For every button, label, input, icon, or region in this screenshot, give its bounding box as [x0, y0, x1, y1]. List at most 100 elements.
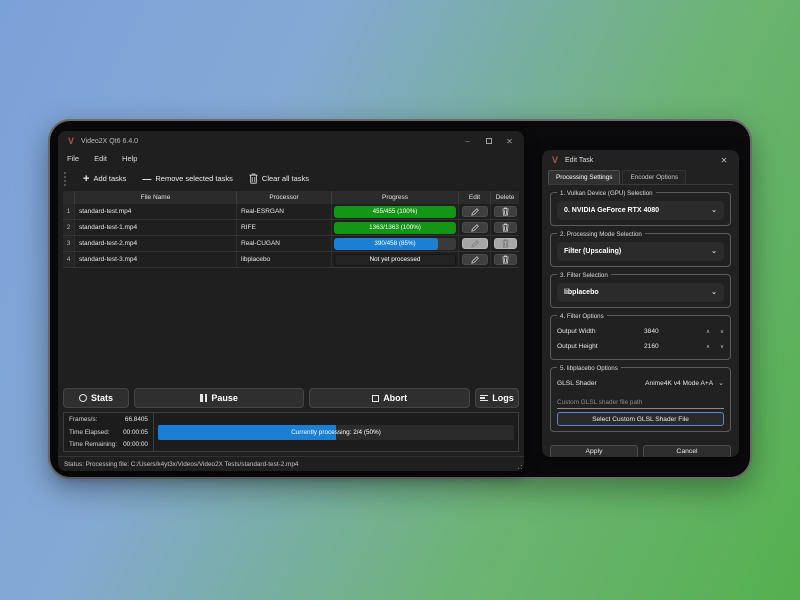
filter-selection-group: 3. Filter Selection libplacebo ⌄ [550, 274, 731, 308]
remove-tasks-button[interactable]: — Remove selected tasks [142, 174, 233, 184]
apply-button[interactable]: Apply [550, 445, 638, 457]
progress-text: 1363/1363 (100%) [369, 224, 421, 231]
minimize-button[interactable]: – [459, 134, 476, 148]
mode-select[interactable]: Filter (Upscaling) ⌄ [557, 242, 724, 261]
progress-text: 455/455 (100%) [373, 208, 418, 215]
chevron-down-icon: ⌄ [718, 381, 724, 387]
logs-icon [480, 395, 488, 402]
pencil-icon [471, 256, 479, 264]
stats-button[interactable]: Stats [63, 388, 129, 408]
col-processor: Processor [237, 191, 332, 204]
tab-encoder-options[interactable]: Encoder Options [622, 170, 686, 184]
file-name-cell: standard-test.mp4 [75, 204, 237, 219]
custom-shader-path-input[interactable] [557, 397, 724, 409]
trash-icon [502, 255, 509, 264]
row-number: 3 [63, 236, 75, 251]
output-height-value[interactable]: 2160 [644, 343, 706, 350]
gpu-select[interactable]: 0. NVIDIA GeForce RTX 4080 ⌄ [557, 201, 724, 220]
progress-cell: Not yet processed [332, 252, 459, 267]
logs-button[interactable]: Logs [475, 388, 519, 408]
pause-label: Pause [211, 393, 238, 403]
pause-icon [200, 394, 207, 402]
spin-down-icon[interactable]: ∨ [720, 329, 724, 335]
select-shader-file-button[interactable]: Select Custom GLSL Shader File [557, 412, 724, 426]
row-number: 2 [63, 220, 75, 235]
toolbar: + Add tasks — Remove selected tasks Clea… [58, 166, 524, 191]
output-width-label: Output Width [557, 328, 644, 335]
menu-edit[interactable]: Edit [94, 154, 107, 163]
progress-text: Not yet processed [370, 256, 421, 263]
filter-select[interactable]: libplacebo ⌄ [557, 283, 724, 302]
table-row[interactable]: 3 standard-test-2.mp4 Real-CUGAN 390/458… [63, 236, 519, 252]
edit-task-button-disabled [462, 238, 488, 249]
pause-button[interactable]: Pause [134, 388, 304, 408]
table-row[interactable]: 4 standard-test-3.mp4 libplacebo Not yet… [63, 252, 519, 268]
app-icon: V [550, 155, 560, 165]
delete-task-button[interactable] [494, 254, 517, 265]
remove-tasks-label: Remove selected tasks [155, 174, 233, 183]
glsl-shader-row: GLSL Shader Anime4K v4 Mode A+A ⌄ [557, 376, 724, 391]
dialog-title: Edit Task [565, 157, 593, 164]
stats-panel: Frames/s:66.8405 Time Elapsed:00:00:05 T… [63, 412, 519, 452]
dialog-close-button[interactable]: ✕ [717, 156, 731, 165]
table-row[interactable]: 1 standard-test.mp4 Real-ESRGAN 455/455 … [63, 204, 519, 220]
spin-up-icon[interactable]: ∧ [706, 329, 710, 335]
table-row[interactable]: 2 standard-test-1.mp4 RIFE 1363/1363 (10… [63, 220, 519, 236]
spin-down-icon[interactable]: ∨ [720, 344, 724, 350]
file-name-cell: standard-test-1.mp4 [75, 220, 237, 235]
resize-grip[interactable] [516, 463, 522, 469]
col-progress: Progress [332, 191, 459, 204]
glsl-shader-label: GLSL Shader [557, 380, 645, 387]
add-tasks-button[interactable]: + Add tasks [83, 174, 126, 184]
abort-button[interactable]: Abort [309, 388, 470, 408]
overall-progress-text: Currently processing: 2/4 (50%) [291, 429, 381, 436]
table-empty-area [63, 268, 519, 383]
glsl-shader-value[interactable]: Anime4K v4 Mode A+A [645, 380, 713, 387]
col-edit: Edit [459, 191, 491, 204]
pencil-icon [471, 240, 479, 248]
close-button[interactable]: ✕ [501, 134, 518, 148]
clear-tasks-button[interactable]: Clear all tasks [249, 173, 309, 184]
file-name-cell: standard-test-2.mp4 [75, 236, 237, 251]
delete-task-button[interactable] [494, 206, 517, 217]
maximize-button[interactable] [480, 134, 497, 148]
plus-icon: + [83, 174, 89, 184]
processor-cell: RIFE [237, 220, 332, 235]
dialog-tabs: Processing Settings Encoder Options [548, 170, 733, 185]
col-file-name: File Name [75, 191, 237, 204]
output-width-row: Output Width 3840 ∧ ∨ [557, 324, 724, 339]
stop-icon [372, 395, 379, 402]
row-number: 4 [63, 252, 75, 267]
elapsed-label: Time Elapsed: [69, 429, 110, 436]
menu-help[interactable]: Help [122, 154, 137, 163]
edit-task-button[interactable] [462, 222, 488, 233]
toolbar-handle[interactable] [64, 172, 67, 186]
trash-icon [502, 239, 509, 248]
libplacebo-group-title: 5. libplacebo Options [557, 364, 621, 373]
menu-bar: File Edit Help [58, 151, 524, 166]
chevron-down-icon: ⌄ [711, 208, 717, 214]
col-delete: Delete [491, 191, 519, 204]
task-table: File Name Processor Progress Edit Delete… [63, 191, 519, 383]
cancel-button[interactable]: Cancel [643, 445, 731, 457]
status-text: Status: Processing file: C:/Users/k4yt3x… [64, 461, 298, 468]
output-height-row: Output Height 2160 ∧∨ [557, 339, 724, 354]
tab-processing-settings[interactable]: Processing Settings [548, 170, 620, 184]
processing-mode-group: 2. Processing Mode Selection Filter (Ups… [550, 233, 731, 267]
menu-file[interactable]: File [67, 154, 79, 163]
gpu-select-value: 0. NVIDIA GeForce RTX 4080 [564, 207, 659, 214]
mode-select-value: Filter (Upscaling) [564, 248, 621, 255]
spin-up-icon[interactable]: ∧ [706, 344, 710, 350]
delete-task-button[interactable] [494, 222, 517, 233]
edit-task-button[interactable] [462, 206, 488, 217]
title-bar[interactable]: V Video2X Qt6 6.4.0 – ✕ [58, 131, 524, 151]
logs-label: Logs [492, 393, 514, 403]
trash-icon [502, 223, 509, 232]
remaining-value: 00:00:00 [123, 441, 148, 448]
dialog-title-bar[interactable]: V Edit Task ✕ [542, 150, 739, 170]
status-bar: Status: Processing file: C:/Users/k4yt3x… [58, 456, 524, 471]
mode-group-title: 2. Processing Mode Selection [557, 230, 645, 239]
output-width-value[interactable]: 3840 [644, 328, 706, 335]
edit-task-button[interactable] [462, 254, 488, 265]
clear-tasks-label: Clear all tasks [262, 174, 309, 183]
